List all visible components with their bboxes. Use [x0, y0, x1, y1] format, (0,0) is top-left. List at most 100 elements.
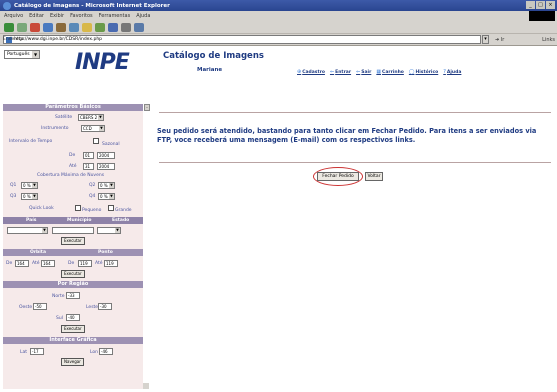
- menu-help[interactable]: Ajuda: [136, 13, 150, 19]
- cloud-label: Cobertura Máxima de Nuvens: [37, 173, 105, 178]
- minimize-button[interactable]: _: [526, 1, 535, 9]
- search-panel: [3, 104, 143, 389]
- close-button[interactable]: ×: [546, 1, 555, 9]
- lon-label: Lon: [90, 350, 99, 355]
- q1-label: Q1: [10, 183, 17, 188]
- favorites-icon[interactable]: [82, 22, 92, 32]
- from-year-input[interactable]: 2004: [97, 152, 115, 159]
- url-text: http://www.dgi.inpe.br/CDSR/index.php: [14, 37, 103, 42]
- user-name: Mariane: [197, 67, 223, 73]
- mail-icon[interactable]: [108, 22, 118, 32]
- seasonal-checkbox[interactable]: [93, 138, 99, 144]
- url-dropdown-button[interactable]: ▾: [482, 35, 489, 44]
- city-input[interactable]: [52, 227, 94, 234]
- to-day-input[interactable]: 31: [83, 163, 94, 170]
- address-bar: Endereço http://www.dgi.inpe.br/CDSR/ind…: [0, 34, 557, 46]
- orbit-point-header-bar: [3, 249, 143, 256]
- refresh-icon[interactable]: [43, 22, 53, 32]
- link-cart[interactable]: ▦ Carrinho: [376, 69, 404, 75]
- menu-bar: Arquivo Editar Exibir Favoritos Ferramen…: [0, 11, 557, 31]
- divider-top: [159, 112, 551, 113]
- close-order-button[interactable]: Fechar Pedido: [317, 172, 359, 181]
- from-day-input[interactable]: 01: [83, 152, 94, 159]
- history-icon: ◯: [408, 69, 415, 75]
- forward-icon[interactable]: [17, 22, 27, 32]
- home-icon[interactable]: [56, 22, 66, 32]
- to-year-input[interactable]: 2004: [97, 163, 115, 170]
- edit-icon[interactable]: [134, 22, 144, 32]
- chevron-down-icon: ▼: [115, 228, 120, 233]
- chevron-down-icon: ▼: [99, 126, 104, 131]
- orbit-from-label: De: [6, 261, 13, 266]
- inpe-logo: INPE: [75, 50, 130, 75]
- small-radio[interactable]: [75, 205, 81, 211]
- large-label: Grande: [115, 208, 132, 213]
- search-icon[interactable]: [69, 22, 79, 32]
- url-input[interactable]: http://www.dgi.inpe.br/CDSR/index.php: [3, 35, 481, 44]
- south-label: Sul: [56, 316, 63, 321]
- west-input[interactable]: -50: [33, 303, 47, 310]
- link-logout[interactable]: ⇐ Sair: [356, 69, 371, 75]
- q2-select[interactable]: 0 % ▼: [98, 182, 115, 189]
- instrument-label: Instrumento: [41, 126, 69, 131]
- north-label: Norte: [52, 294, 65, 299]
- link-register[interactable]: ⊕ Cadastro: [297, 69, 325, 75]
- north-input[interactable]: -33: [66, 292, 80, 299]
- satellite-select[interactable]: CBERS 2 ▼: [78, 114, 104, 121]
- link-history[interactable]: ◯ Histórico: [409, 69, 438, 75]
- point-from-input[interactable]: 119: [78, 260, 92, 267]
- menu-file[interactable]: Arquivo: [4, 13, 23, 19]
- maximize-button[interactable]: □: [536, 1, 545, 9]
- q4-select[interactable]: 0 % ▼: [98, 193, 115, 200]
- back-icon[interactable]: [4, 22, 14, 32]
- back-button[interactable]: Voltar: [365, 172, 383, 181]
- orbit-to-input[interactable]: 164: [41, 260, 55, 267]
- address-label: Endereço: [3, 37, 25, 42]
- chevron-down-icon: ▼: [32, 194, 37, 199]
- interval-label: Intervalo de Tempo: [9, 139, 53, 144]
- from-label: De: [69, 153, 76, 158]
- menu-tools[interactable]: Ferramentas: [99, 13, 131, 19]
- east-input[interactable]: -30: [98, 303, 112, 310]
- chevron-down-icon: ▼: [32, 183, 37, 188]
- link-login[interactable]: ⇐ Entrar: [330, 69, 351, 75]
- point-to-input[interactable]: 119: [104, 260, 118, 267]
- navigate-button[interactable]: Navegar: [61, 358, 84, 366]
- go-label: Ir: [500, 36, 505, 43]
- history-icon[interactable]: [95, 22, 105, 32]
- execute-orbit-button[interactable]: Executar: [61, 270, 85, 278]
- link-help[interactable]: ? Ajuda: [443, 69, 461, 75]
- links-toolbar[interactable]: Links: [542, 37, 555, 43]
- orbit-label: Órbita: [30, 250, 46, 255]
- state-select[interactable]: ▼: [97, 227, 121, 234]
- q3-label: Q3: [10, 194, 17, 199]
- lat-input[interactable]: -17: [30, 348, 44, 355]
- stop-icon[interactable]: [30, 22, 40, 32]
- language-value: Português: [7, 52, 30, 57]
- browser-toolbar: [0, 21, 557, 34]
- satellite-label: Satélite: [55, 115, 73, 120]
- collapse-panel-button[interactable]: -: [144, 104, 150, 111]
- q3-select[interactable]: 0 % ▼: [21, 193, 38, 200]
- point-from-label: De: [68, 261, 75, 266]
- south-input[interactable]: -40: [66, 314, 80, 321]
- menu-view[interactable]: Exibir: [50, 13, 64, 19]
- page-title: Catálogo de Imagens: [163, 51, 264, 61]
- lat-label: Lat: [20, 350, 28, 355]
- menu-edit[interactable]: Editar: [29, 13, 44, 19]
- chevron-down-icon: ▼: [98, 115, 103, 120]
- orbit-from-input[interactable]: 164: [15, 260, 29, 267]
- seasonal-label: Sazonal: [102, 142, 120, 147]
- go-button[interactable]: ➜ Ir: [495, 37, 504, 43]
- menu-favorites[interactable]: Favoritos: [70, 13, 93, 19]
- instrument-select[interactable]: CCD ▼: [81, 125, 105, 132]
- country-select[interactable]: ▼: [7, 227, 48, 234]
- lon-input[interactable]: -46: [99, 348, 113, 355]
- window-title: Catálogo de Imagens - Microsoft Internet…: [14, 2, 170, 9]
- language-select[interactable]: Português ▼: [4, 50, 40, 59]
- q1-select[interactable]: 0 % ▼: [21, 182, 38, 189]
- print-icon[interactable]: [121, 22, 131, 32]
- execute-location-button[interactable]: Executar: [61, 237, 85, 245]
- large-radio[interactable]: [108, 205, 114, 211]
- execute-region-button[interactable]: Executar: [61, 325, 85, 333]
